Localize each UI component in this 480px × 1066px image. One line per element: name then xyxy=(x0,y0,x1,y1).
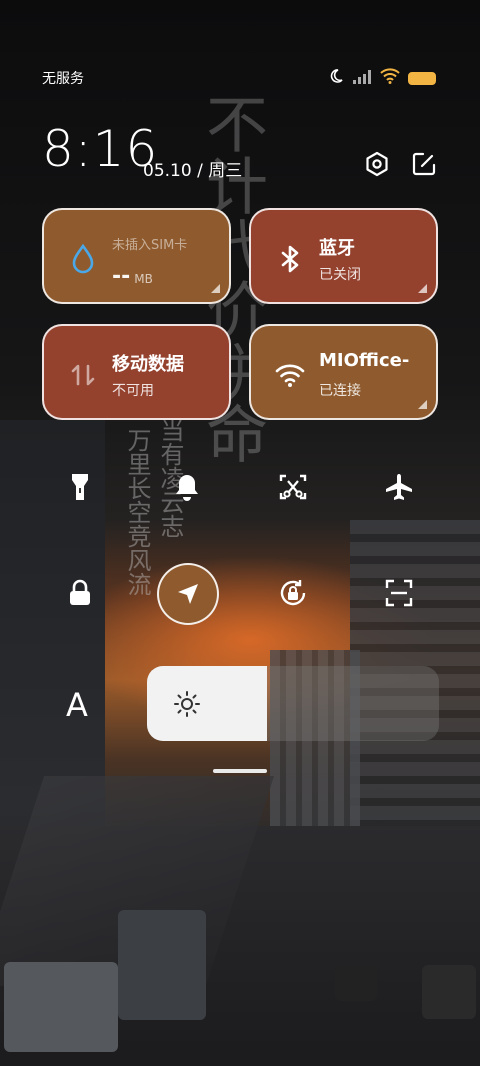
brightness-fill xyxy=(147,666,267,741)
sun-icon xyxy=(173,690,201,718)
edit-icon[interactable] xyxy=(410,150,438,178)
wallpaper-calligraphy-small: 万里长空竞风流 xyxy=(123,428,151,596)
bell-icon[interactable] xyxy=(163,463,211,511)
battery-icon xyxy=(408,71,436,85)
rotation-lock-icon[interactable] xyxy=(269,569,317,617)
wifi-tile[interactable]: MIOffice- 已连接 xyxy=(249,324,438,420)
expand-corner-icon xyxy=(418,400,427,409)
wallpaper-car xyxy=(4,962,118,1052)
wifi-icon xyxy=(380,68,400,88)
bluetooth-status: 已关闭 xyxy=(319,267,361,283)
expand-corner-icon xyxy=(418,284,427,293)
bluetooth-tile[interactable]: 蓝牙 已关闭 xyxy=(249,208,438,304)
drag-handle[interactable] xyxy=(213,769,267,773)
lock-icon[interactable] xyxy=(56,569,104,617)
expand-corner-icon xyxy=(211,284,220,293)
date-label: 05.10 / 周三 xyxy=(143,161,243,181)
scanner-icon[interactable] xyxy=(375,569,423,617)
wallpaper-car xyxy=(422,965,476,1019)
mobile-data-tile[interactable]: 移动数据 不可用 xyxy=(42,324,231,420)
data-usage-value: -- xyxy=(112,264,131,289)
auto-brightness-toggle[interactable]: A xyxy=(66,686,88,724)
wifi-icon xyxy=(273,358,307,392)
sim-status-label: 未插入SIM卡 xyxy=(112,238,188,253)
wifi-network-name: MIOffice- xyxy=(319,350,410,371)
wifi-status: 已连接 xyxy=(319,383,361,399)
signal-icon xyxy=(352,69,372,88)
data-usage-tile[interactable]: 未插入SIM卡 -- MB xyxy=(42,208,231,304)
status-bar: 无服务 xyxy=(0,60,480,92)
data-arrows-icon xyxy=(66,358,100,392)
brightness-slider[interactable] xyxy=(147,666,439,741)
location-icon[interactable] xyxy=(157,563,219,625)
clock: 8:16 xyxy=(42,120,159,178)
bluetooth-title: 蓝牙 xyxy=(319,238,355,259)
airplane-icon[interactable] xyxy=(375,463,423,511)
data-usage-unit: MB xyxy=(134,272,153,286)
settings-icon[interactable] xyxy=(363,150,391,178)
moon-icon xyxy=(328,68,344,88)
screenshot-icon[interactable] xyxy=(269,463,317,511)
flashlight-icon[interactable] xyxy=(56,463,104,511)
wallpaper-car xyxy=(335,965,377,1001)
water-drop-icon xyxy=(66,242,100,276)
mobile-data-title: 移动数据 xyxy=(112,354,184,375)
carrier-label: 无服务 xyxy=(42,71,84,87)
bluetooth-icon xyxy=(273,242,307,276)
mobile-data-status: 不可用 xyxy=(112,383,154,399)
wallpaper-bus xyxy=(118,910,206,1020)
